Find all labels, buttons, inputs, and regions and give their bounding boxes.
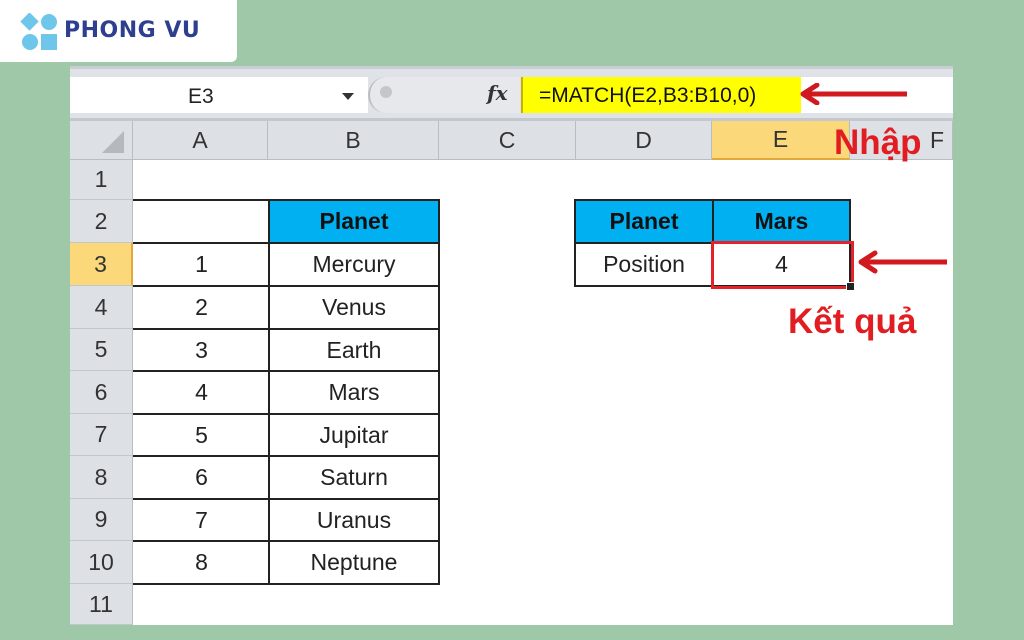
formula-input[interactable]: =MATCH(E2,B3:B10,0) (521, 77, 803, 113)
row-header-8[interactable]: 8 (70, 456, 133, 499)
formula-text: =MATCH(E2,B3:B10,0) (539, 84, 757, 107)
cell-a4-index[interactable]: 2 (133, 285, 270, 330)
column-label: B (345, 126, 361, 153)
row-label: 4 (94, 293, 108, 320)
row-label: 6 (94, 378, 108, 405)
column-label: E (772, 126, 789, 152)
name-box[interactable]: E3 (70, 77, 368, 113)
cell-b2-planet-header[interactable]: Planet (268, 199, 440, 244)
select-all-button[interactable] (70, 121, 133, 160)
fill-handle[interactable] (846, 282, 855, 291)
row-label: 5 (94, 336, 108, 362)
lookup-label-header: Planet (609, 208, 679, 234)
spreadsheet-window: E3 fx =MATCH(E2,B3:B10,0) A B C D E F 1 … (70, 66, 953, 625)
planet-index: 1 (195, 251, 208, 277)
planet-index: 3 (195, 336, 208, 363)
planet-name: Earth (326, 336, 382, 363)
cell-a6-index[interactable]: 4 (133, 370, 270, 415)
cell-a10-index[interactable]: 8 (133, 540, 270, 585)
cell-b6-planet[interactable]: Mars (268, 370, 440, 415)
row-label: 2 (94, 207, 108, 234)
planet-name: Saturn (320, 464, 388, 490)
row-header-6[interactable]: 6 (70, 371, 133, 414)
planet-index: 6 (195, 464, 208, 490)
cell-b5-planet[interactable]: Earth (268, 328, 440, 372)
planet-name: Uranus (316, 506, 392, 533)
planet-index: 2 (195, 294, 208, 320)
column-label: A (192, 126, 208, 153)
planet-name: Mars (328, 379, 380, 405)
planet-index: 7 (195, 506, 208, 533)
column-label: D (635, 126, 652, 153)
planet-index: 4 (195, 379, 208, 405)
cell-e2-lookup-value[interactable]: Mars (712, 199, 851, 244)
name-box-value: E3 (188, 85, 214, 108)
cell-a8-index[interactable]: 6 (133, 455, 270, 500)
row-label: 9 (94, 506, 108, 532)
column-header-e[interactable]: E (712, 121, 850, 160)
selected-cell-highlight (711, 241, 854, 289)
name-box-dropdown-icon[interactable] (342, 93, 354, 100)
cell-d3-position-label[interactable]: Position (574, 242, 714, 287)
row-label: 11 (89, 590, 113, 617)
row-header-11[interactable]: 11 (70, 584, 133, 625)
splitter-handle-icon[interactable] (380, 86, 392, 98)
planet-name: Neptune (310, 549, 398, 575)
planet-name: Venus (322, 294, 386, 320)
row-header-9[interactable]: 9 (70, 499, 133, 541)
row-label: 3 (94, 250, 107, 277)
cell-a2[interactable] (133, 199, 270, 244)
cell-b3-planet[interactable]: Mercury (268, 242, 440, 287)
cell-a9-index[interactable]: 7 (133, 498, 270, 542)
arrow-to-result-icon (858, 250, 947, 274)
row-label: 10 (88, 548, 114, 575)
row-header-2[interactable]: 2 (70, 200, 133, 243)
column-header-a[interactable]: A (133, 121, 268, 160)
brand-name: PHONG VU (64, 18, 201, 43)
brand-logo: PHONG VU (0, 0, 237, 62)
row-header-10[interactable]: 10 (70, 541, 133, 584)
phong-vu-logo-icon (20, 13, 57, 50)
annotation-input-label: Nhập (834, 123, 922, 162)
position-label: Position (603, 251, 685, 277)
insert-function-icon[interactable]: fx (487, 81, 508, 105)
row-header-3[interactable]: 3 (70, 243, 133, 286)
cell-b8-planet[interactable]: Saturn (268, 455, 440, 500)
column-header-c[interactable]: C (439, 121, 576, 160)
cell-b7-planet[interactable]: Jupitar (268, 413, 440, 457)
arrow-to-formula-icon (800, 83, 907, 105)
planet-header-text: Planet (319, 208, 389, 234)
cell-b4-planet[interactable]: Venus (268, 285, 440, 330)
row-label: 7 (94, 421, 108, 447)
cell-b9-planet[interactable]: Uranus (268, 498, 440, 542)
column-header-row: A B C D E F (70, 118, 953, 160)
row-label: 8 (94, 463, 108, 490)
cell-a7-index[interactable]: 5 (133, 413, 270, 457)
cell-a5-index[interactable]: 3 (133, 328, 270, 372)
column-header-b[interactable]: B (268, 121, 439, 160)
planet-name: Jupitar (319, 421, 389, 448)
planet-name: Mercury (312, 251, 396, 277)
column-label: F (930, 126, 945, 153)
row-label: 1 (94, 166, 108, 192)
column-label: C (498, 126, 516, 153)
column-header-d[interactable]: D (576, 121, 712, 160)
row-header-5[interactable]: 5 (70, 329, 133, 371)
planet-index: 5 (195, 421, 208, 448)
cell-a3-index[interactable]: 1 (133, 242, 270, 287)
row-header-4[interactable]: 4 (70, 286, 133, 329)
row-header-7[interactable]: 7 (70, 414, 133, 456)
select-all-icon (102, 131, 124, 153)
cell-b10-planet[interactable]: Neptune (268, 540, 440, 585)
row-header-1[interactable]: 1 (70, 160, 133, 200)
planet-index: 8 (195, 549, 208, 575)
fx-text: fx (487, 81, 508, 105)
cell-d2-planet-label[interactable]: Planet (574, 199, 714, 244)
annotation-result-label: Kết quả (788, 302, 917, 341)
lookup-value-header: Mars (754, 208, 809, 234)
